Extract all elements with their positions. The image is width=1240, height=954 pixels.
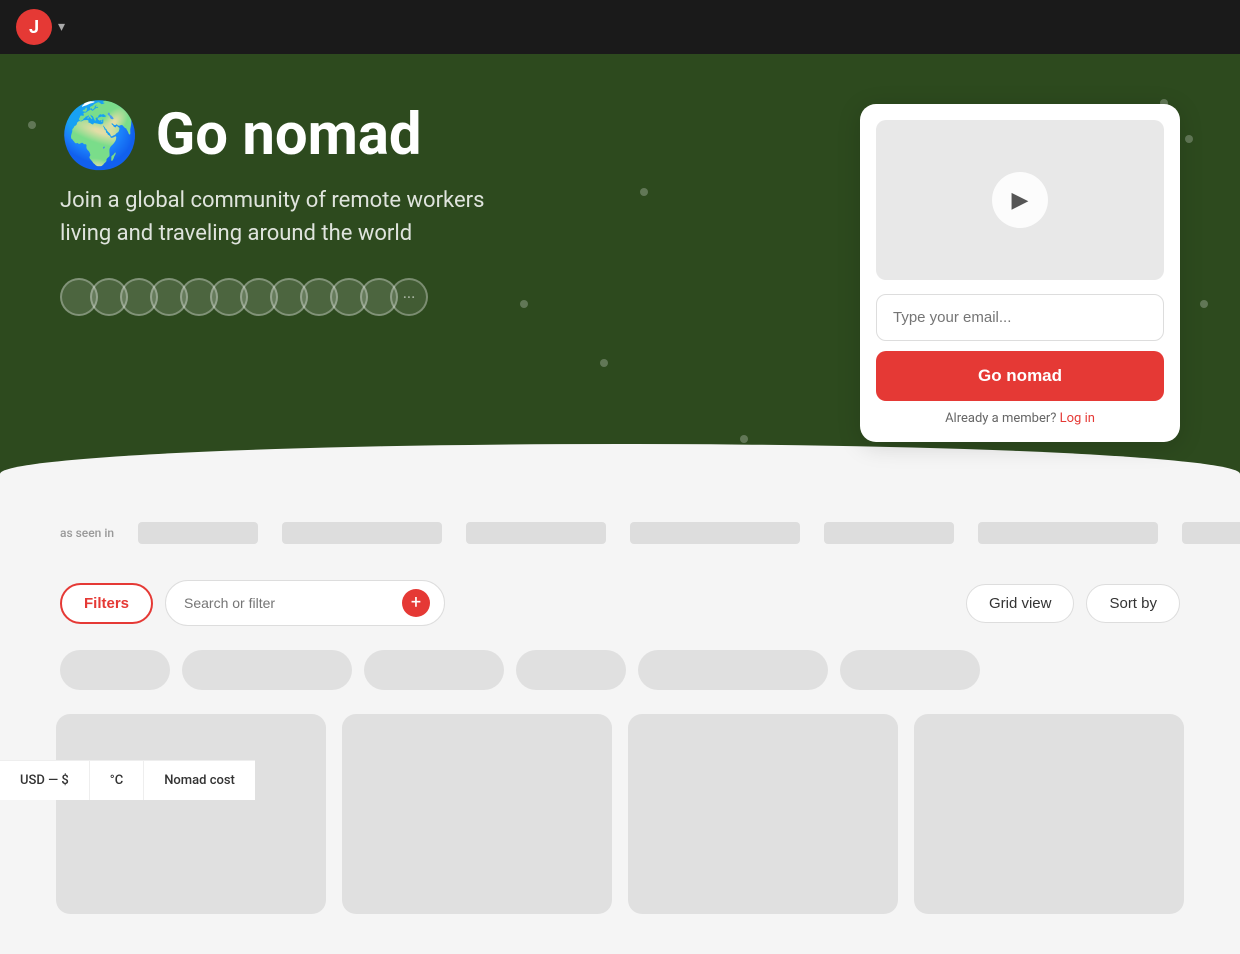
login-link[interactable]: Log in	[1060, 411, 1095, 426]
city-card-skeleton[interactable]	[342, 714, 612, 914]
media-logo	[138, 522, 258, 544]
as-seen-in-label: as seen in	[60, 526, 114, 540]
filter-tag-skeleton[interactable]	[638, 650, 828, 690]
currency-selector[interactable]: USD — $	[0, 761, 90, 800]
media-logo	[630, 522, 800, 544]
filter-tag-skeleton[interactable]	[840, 650, 980, 690]
decorative-dot	[1200, 300, 1208, 308]
city-cards-grid	[0, 706, 1240, 954]
hero-content: 🌍 Go nomad Join a global community of re…	[60, 104, 640, 316]
decorative-dot	[28, 121, 36, 129]
hero-section: 🌍 Go nomad Join a global community of re…	[0, 54, 1240, 502]
temperature-selector[interactable]: °C	[90, 761, 144, 800]
bottom-bar: USD — $ °C Nomad cost	[0, 760, 255, 800]
sort-by-button[interactable]: Sort by	[1086, 584, 1180, 623]
decorative-dot	[640, 188, 648, 196]
chevron-down-icon: ▾	[58, 19, 65, 35]
member-text: Already a member? Log in	[876, 411, 1164, 426]
filter-tag-skeleton[interactable]	[516, 650, 626, 690]
filter-tags-row	[0, 642, 1240, 706]
signup-card: ▶ Go nomad Already a member? Log in	[860, 104, 1180, 442]
media-logo	[282, 522, 442, 544]
logo-button[interactable]: J ▾	[16, 9, 65, 45]
navbar: J ▾	[0, 0, 1240, 54]
logo-letter: J	[29, 17, 39, 38]
as-seen-in-bar: as seen in	[0, 502, 1240, 564]
media-logo	[466, 522, 606, 544]
avatar-more: ···	[390, 278, 428, 316]
email-field[interactable]	[876, 294, 1164, 341]
go-nomad-button[interactable]: Go nomad	[876, 351, 1164, 401]
decorative-dot	[1185, 135, 1193, 143]
city-card-skeleton[interactable]	[628, 714, 898, 914]
cost-selector[interactable]: Nomad cost	[144, 761, 255, 800]
search-filter-input[interactable]	[184, 595, 394, 611]
grid-view-button[interactable]: Grid view	[966, 584, 1075, 623]
video-thumbnail[interactable]: ▶	[876, 120, 1164, 280]
search-filter-wrapper: +	[165, 580, 445, 626]
filter-tag-skeleton[interactable]	[60, 650, 170, 690]
decorative-dot	[740, 435, 748, 443]
hero-title: Go nomad	[156, 104, 422, 168]
add-filter-button[interactable]: +	[402, 589, 430, 617]
logo-icon: J	[16, 9, 52, 45]
avatar-stack: ···	[60, 278, 640, 316]
filters-button[interactable]: Filters	[60, 583, 153, 624]
media-logo	[824, 522, 954, 544]
filter-tag-skeleton[interactable]	[182, 650, 352, 690]
play-button[interactable]: ▶	[992, 172, 1048, 228]
decorative-dot	[600, 359, 608, 367]
hero-title-row: 🌍 Go nomad	[60, 104, 640, 168]
filters-bar: Filters + Grid view Sort by	[0, 564, 1240, 642]
hero-subtitle: Join a global community of remote worker…	[60, 184, 540, 250]
filter-tag-skeleton[interactable]	[364, 650, 504, 690]
city-card-skeleton[interactable]	[56, 714, 326, 914]
media-logo	[1182, 522, 1240, 544]
media-logo	[978, 522, 1158, 544]
city-card-skeleton[interactable]	[914, 714, 1184, 914]
globe-icon: 🌍	[60, 104, 140, 168]
